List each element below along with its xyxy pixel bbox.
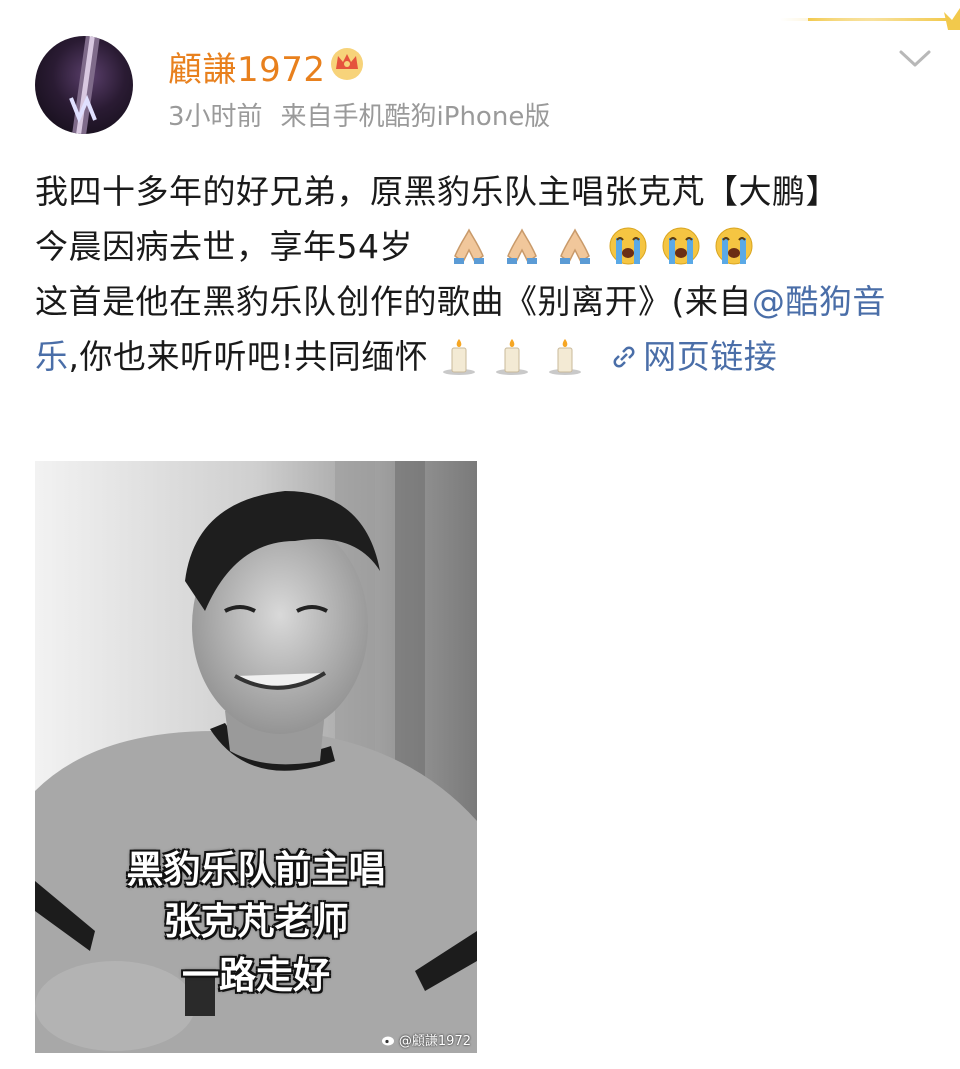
post-meta: 3小时前 来自手机酷狗iPhone版 <box>168 96 550 133</box>
loudly-crying-face-emoji <box>609 227 647 265</box>
post-line-4-text: ,你也来听听吧!共同缅怀 <box>68 337 429 376</box>
photo-watermark: @顧謙1972 <box>381 1030 471 1049</box>
user-avatar[interactable] <box>35 36 133 134</box>
weibo-logo-icon <box>381 1036 394 1045</box>
photo-caption-line-1: 黑豹乐队前主唱 <box>126 848 386 891</box>
candle-emoji <box>443 339 476 375</box>
web-link[interactable]: 网页链接 <box>609 337 777 376</box>
web-link-label: 网页链接 <box>643 337 778 376</box>
username[interactable]: 顧謙1972 <box>168 42 326 91</box>
crown-badge-icon <box>331 48 363 80</box>
folded-hands-emoji <box>560 228 590 264</box>
folded-hands-emoji <box>454 228 484 264</box>
post-photo[interactable]: 黑豹乐队前主唱 张克芃老师 一路走好 @顧謙1972 <box>35 461 477 1053</box>
candle-emoji <box>549 339 582 375</box>
photo-caption-line-2: 张克芃老师 <box>163 900 349 943</box>
crown-decoration <box>780 8 960 30</box>
post-line-2-text: 今晨因病去世，享年54岁 <box>35 227 413 266</box>
post-body: 我四十多年的好兄弟，原黑豹乐队主唱张克芃【大鹏】 今晨因病去世，享年54岁 这首… <box>35 164 930 384</box>
post-line-3-text: 这首是他在黑豹乐队创作的歌曲《别离开》(来自 <box>35 282 752 321</box>
post-time: 3小时前 <box>168 102 263 132</box>
post-line-1: 我四十多年的好兄弟，原黑豹乐队主唱张克芃【大鹏】 <box>35 172 839 211</box>
post-line-3: 这首是他在黑豹乐队创作的歌曲《别离开》(来自@酷狗音乐,你也来听听吧!共同缅怀 … <box>35 274 930 384</box>
folded-hands-emoji <box>507 228 537 264</box>
candle-emoji <box>496 339 529 375</box>
photo-caption-line-3: 一路走好 <box>182 954 330 997</box>
watermark-text: @顧謙1972 <box>398 1034 471 1049</box>
post-source[interactable]: 来自手机酷狗iPhone版 <box>281 96 551 133</box>
chevron-down-icon[interactable] <box>896 44 934 72</box>
avatar-image <box>69 36 100 134</box>
chain-link-icon <box>613 346 635 368</box>
loudly-crying-face-emoji <box>715 227 753 265</box>
loudly-crying-face-emoji <box>662 227 700 265</box>
post-line-2: 今晨因病去世，享年54岁 <box>35 219 930 274</box>
